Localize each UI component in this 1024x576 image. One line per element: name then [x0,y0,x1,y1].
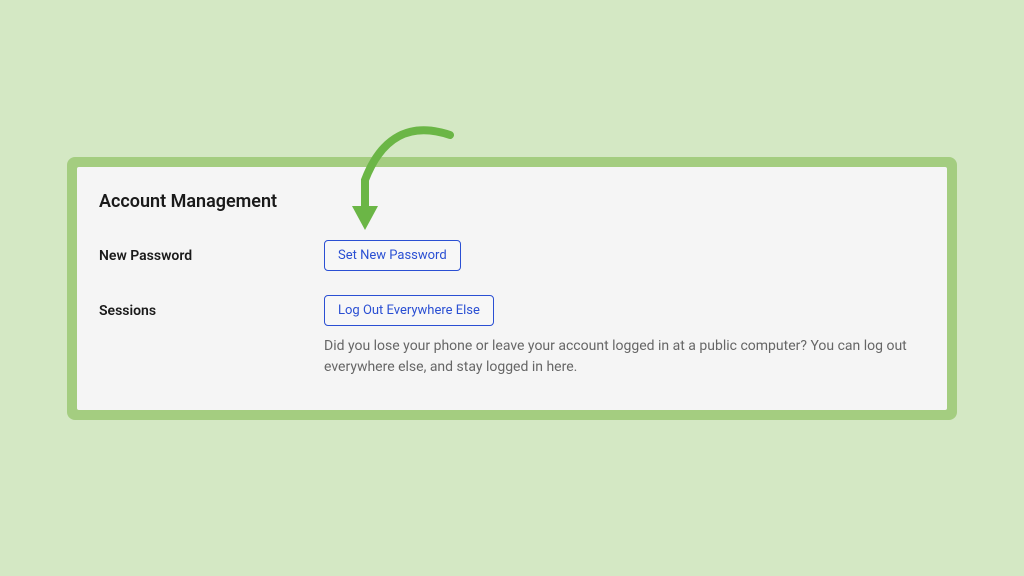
panel-title: Account Management [99,191,925,212]
row-new-password: New Password Set New Password [99,240,925,271]
sessions-help-text: Did you lose your phone or leave your ac… [324,336,925,378]
row-sessions: Sessions Log Out Everywhere Else Did you… [99,295,925,378]
set-new-password-button[interactable]: Set New Password [324,240,461,271]
panel-wrapper: Account Management New Password Set New … [67,157,957,420]
label-sessions: Sessions [99,295,324,319]
content-sessions: Log Out Everywhere Else Did you lose you… [324,295,925,378]
log-out-everywhere-button[interactable]: Log Out Everywhere Else [324,295,494,326]
label-new-password: New Password [99,240,324,264]
account-management-panel: Account Management New Password Set New … [77,167,947,410]
content-new-password: Set New Password [324,240,925,271]
